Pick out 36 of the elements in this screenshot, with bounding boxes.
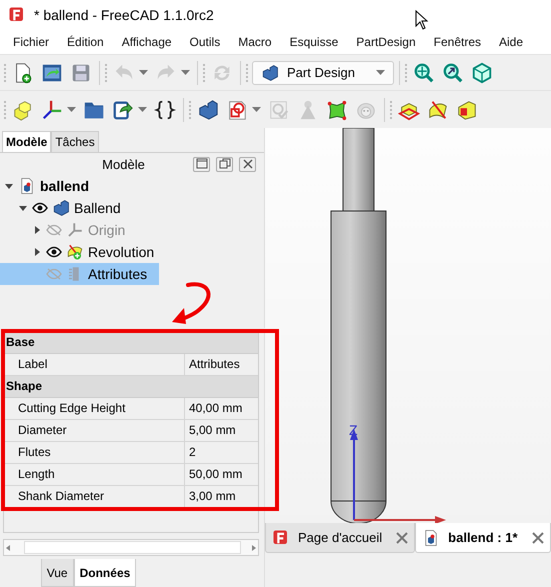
property-value[interactable]: 50,00 mm [185,464,258,485]
property-tab[interactable]: Vue [40,559,74,587]
menu-item[interactable]: Aide [499,35,524,49]
property-value[interactable]: 5,00 mm [185,420,258,441]
window-title: * ballend - FreeCAD 1.1.0rc2 [34,7,214,23]
tree-item[interactable]: Revolution [0,241,166,263]
property-name: Cutting Edge Height [4,398,185,419]
property-name: Diameter [4,420,185,441]
tree-item[interactable]: ballend [0,175,102,197]
tree-item[interactable]: Ballend [0,197,133,219]
workbench-dropdown[interactable]: Part Design [252,60,394,84]
panel-title: Modèle [101,156,146,172]
menu-item[interactable]: Affichage [122,35,172,49]
tree-item[interactable]: Attributes [0,263,160,285]
document-tab[interactable]: ballend : 1* [415,523,551,553]
property-name: Shank Diameter [4,486,185,507]
property-group-header: Base [4,332,258,354]
panel-tab[interactable]: Modèle [2,131,52,152]
property-value[interactable]: 40,00 mm [185,398,258,419]
property-group-header: Shape [4,376,258,398]
menu-item[interactable]: Outils [190,35,220,49]
menu-item[interactable]: Esquisse [290,35,338,49]
document-tab[interactable]: Page d'accueil [265,523,416,553]
menu-item[interactable]: Macro [238,35,272,49]
property-name: Label [4,354,185,375]
menu-item[interactable]: Fichier [13,35,50,49]
menu-item[interactable]: PartDesign [356,35,416,49]
property-value[interactable]: 3,00 mm [185,486,258,507]
property-name: Flutes [4,442,185,463]
menu-item[interactable]: Fenêtres [434,35,482,49]
panel-tab[interactable]: Tâches [51,131,99,152]
menu-item[interactable]: Édition [67,35,104,49]
property-value[interactable]: Attributes [185,354,258,375]
property-value[interactable]: 2 [185,442,258,463]
property-tab[interactable]: Données [74,559,136,587]
property-name: Length [4,464,185,485]
